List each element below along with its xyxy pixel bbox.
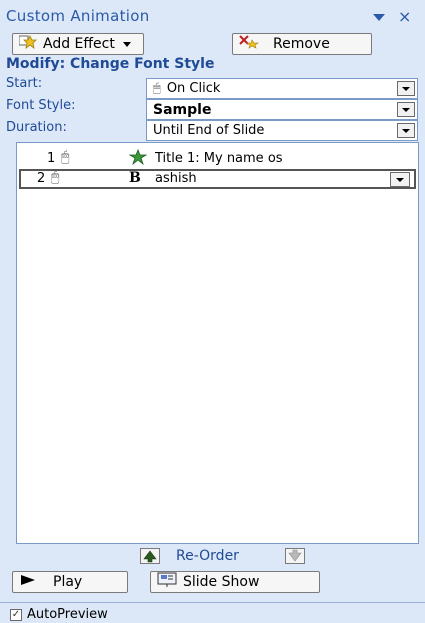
close-icon[interactable]: × [398,7,411,26]
slide-show-button[interactable]: Slide Show [150,571,320,593]
star-effect-icon [128,148,148,169]
remove-button[interactable]: Remove [232,33,372,55]
autopreview-checkbox[interactable]: ✓ [10,609,22,621]
list-item[interactable]: 2 🖱 B ashish [19,169,416,189]
chevron-down-icon[interactable] [397,123,415,138]
duration-value: Until End of Slide [153,123,265,138]
item-number: 1 [47,151,56,166]
chevron-down-icon [122,41,131,47]
mouse-click-icon: 🖱 [51,169,60,185]
pane-titlebar: Custom Animation × [0,6,425,28]
reorder-label: Re-Order [176,548,239,564]
divider [0,602,425,603]
triangle-down-icon[interactable] [373,14,385,21]
start-value: 🖱 On Click [153,81,221,96]
reorder-bar: Re-Order [0,548,425,568]
slideshow-label: Slide Show [183,574,260,590]
modify-heading: Modify: Change Font Style [6,56,215,72]
chevron-down-icon[interactable] [397,81,415,96]
chevron-down-icon[interactable] [390,172,410,187]
duration-label: Duration: [6,120,67,135]
start-select[interactable]: 🖱 On Click [146,78,418,99]
play-icon [19,574,37,590]
mouse-click-icon: 🖱 [153,81,161,96]
bold-B-icon: B [129,170,141,186]
start-label: Start: [6,76,43,91]
duration-select[interactable]: Until End of Slide [146,120,418,141]
item-name: ashish [155,171,197,186]
add-effect-button[interactable]: Add Effect [12,33,144,55]
slideshow-icon [157,572,177,592]
animation-list[interactable]: 1 🖱 Title 1: My name os 2 🖱 B ashish [16,142,419,544]
remove-label: Remove [273,36,330,52]
autopreview-label: AutoPreview [27,607,108,622]
arrow-up-icon[interactable] [140,548,160,564]
remove-effect-icon [239,35,259,53]
list-item[interactable]: 1 🖱 Title 1: My name os [19,148,416,169]
item-name: Title 1: My name os [155,151,283,166]
font-style-value: Sample [153,102,212,118]
font-style-select[interactable]: Sample [146,99,418,120]
play-label: Play [53,574,83,590]
pane-title: Custom Animation [6,7,150,25]
chevron-down-icon[interactable] [397,102,415,117]
custom-animation-pane: Custom Animation × Add Effect Remove Mod… [0,0,425,623]
font-style-label: Font Style: [6,98,76,113]
add-effect-label: Add Effect [43,36,115,52]
mouse-click-icon: 🖱 [61,149,70,165]
arrow-down-icon[interactable] [285,548,305,564]
item-number: 2 [37,171,46,186]
star-effect-icon [18,35,37,53]
play-button[interactable]: Play [12,571,128,593]
